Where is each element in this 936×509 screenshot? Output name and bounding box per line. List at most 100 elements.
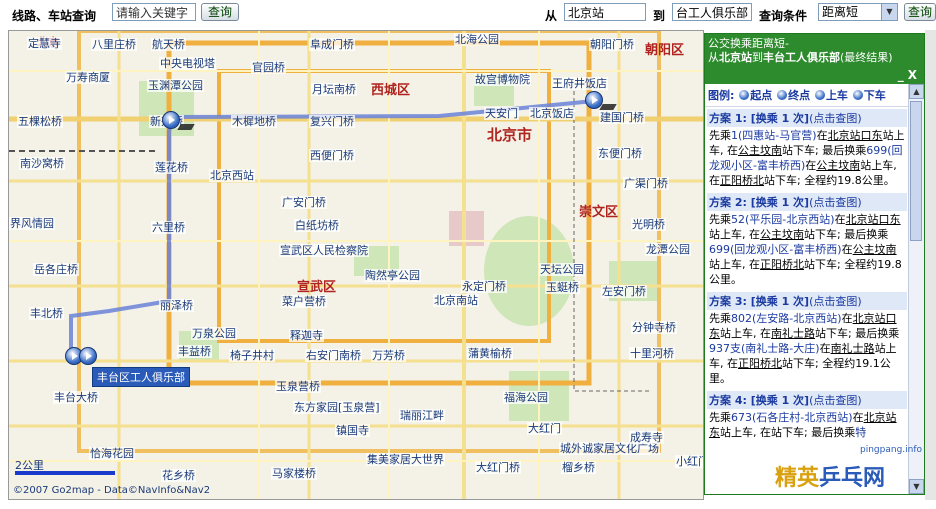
- place-label: 广安门桥: [281, 196, 327, 209]
- place-label: 定慧寺: [27, 37, 62, 50]
- district-label: 西城区: [371, 83, 411, 98]
- chevron-down-icon: ▼: [881, 4, 897, 20]
- stop-link[interactable]: 北京站口东: [846, 213, 901, 226]
- bus-line-link[interactable]: 699(回龙观小区-富丰桥西): [709, 243, 842, 256]
- panel-scrollbar[interactable]: ▲ ▼: [908, 84, 924, 494]
- watermark-site: pingpang.info: [860, 445, 923, 455]
- place-label: 右安门南桥: [305, 349, 362, 362]
- to-input[interactable]: 台工人俱乐部: [672, 3, 752, 21]
- scheme-item: 方案 1: [换乘 1 次](点击查图) 先乘1(四惠站-马官营)在北京站口东站…: [707, 109, 907, 189]
- watermark-logo: 精英乒乓网: [775, 460, 885, 492]
- stop-link[interactable]: 南礼士路: [831, 342, 875, 355]
- place-label: 万泉公园: [191, 327, 237, 340]
- place-label: 左安门桥: [601, 285, 647, 298]
- close-button[interactable]: X: [908, 68, 921, 82]
- stop-link[interactable]: 公主坟南: [816, 159, 860, 172]
- end-marker-icon[interactable]: [79, 347, 97, 365]
- map-canvas[interactable]: 西城区 朝阳区 崇文区 宣武区 北京市 北京 定慧寺 八里庄桥 航天桥 阜成门桥…: [8, 30, 704, 500]
- transfer-marker-icon[interactable]: [162, 111, 180, 129]
- stop-link[interactable]: 北京站口东: [828, 129, 883, 142]
- route-station-label: 线路、车站查询: [12, 9, 97, 23]
- stop-link[interactable]: 南礼士路: [771, 327, 815, 340]
- scheme-list: 方案 1: [换乘 1 次](点击查图) 先乘1(四惠站-马官营)在北京站口东站…: [705, 109, 909, 441]
- place-label: 北京西站: [209, 169, 255, 182]
- bus-line-link[interactable]: 1(四惠站-马官营): [731, 129, 817, 142]
- scheme-title: 方案 3: [换乘 1 次]: [709, 295, 810, 308]
- scroll-down-icon[interactable]: ▼: [909, 479, 924, 494]
- place-label: 分钟寺桥: [631, 321, 677, 334]
- scheme-text: 在: [805, 159, 817, 172]
- scheme-text: 在: [834, 213, 846, 226]
- scroll-thumb[interactable]: [910, 101, 922, 241]
- place-label: 玉泉营桥: [275, 380, 321, 393]
- panel-suffix: (最终结果): [840, 51, 893, 64]
- watermark-text: 精英: [775, 466, 820, 491]
- legend-alight: 下车: [863, 89, 886, 102]
- place-label: 东便门桥: [597, 147, 643, 160]
- scheme-text: 先乘: [709, 129, 731, 142]
- panel-from-prefix: 从: [708, 51, 719, 64]
- place-label: 瑞丽江畔: [399, 409, 445, 422]
- keyword-input[interactable]: 请输入关键字: [112, 3, 196, 21]
- scheme-text: 在: [816, 129, 828, 142]
- place-label: 玉蜓桥: [545, 281, 580, 294]
- scheme-item: 方案 4: [换乘 1 次](点击查图) 先乘673(石各庄村-北京西站)在北京…: [707, 391, 907, 441]
- bus-line-link[interactable]: 802(左安路-北京西站): [731, 312, 842, 325]
- place-label: 菜户营桥: [281, 295, 327, 308]
- legend: 图例: 起点 终点 上车 下车: [705, 84, 924, 107]
- scheme-text: 先乘: [709, 213, 731, 226]
- view-map-link[interactable]: (点击查图): [809, 394, 862, 407]
- place-label: 恰海花园: [89, 447, 135, 460]
- condition-select-value: 距离短: [822, 5, 859, 19]
- stop-link[interactable]: 正阳桥北: [760, 258, 804, 271]
- place-label: 小红门: [675, 455, 703, 468]
- end-legend-icon: [777, 90, 788, 100]
- scheme-text: 站上车, 在: [720, 426, 771, 439]
- place-label: 丽泽桥: [159, 299, 194, 312]
- route-query-button[interactable]: 查询: [904, 3, 936, 21]
- place-label: 北京饭店: [529, 107, 575, 120]
- place-label: 东方家园[玉泉营]: [293, 401, 381, 414]
- place-label: 集美家居大世界: [366, 453, 445, 466]
- bus-line-link[interactable]: 特: [855, 426, 866, 439]
- place-label: 莲花桥: [154, 161, 189, 174]
- stop-link[interactable]: 公主坟南: [853, 243, 897, 256]
- minimize-button[interactable]: _: [898, 68, 908, 82]
- start-legend-icon: [739, 90, 750, 100]
- panel-title: 公交换乘距离短-: [708, 37, 789, 50]
- view-map-link[interactable]: (点击查图): [809, 112, 862, 125]
- view-map-link[interactable]: (点击查图): [809, 196, 862, 209]
- scroll-up-icon[interactable]: ▲: [909, 84, 924, 99]
- keyword-query-button[interactable]: 查询: [201, 3, 239, 21]
- place-label: 丰北桥: [29, 307, 64, 320]
- end-marker-tooltip: 丰台区工人俱乐部: [92, 367, 190, 387]
- district-label: 朝阳区: [645, 43, 685, 58]
- place-label: 木樨地桥: [231, 115, 277, 128]
- scheme-text: 在: [852, 411, 864, 424]
- view-map-link[interactable]: (点击查图): [809, 295, 862, 308]
- place-label: 界风情园: [9, 217, 55, 230]
- board-legend-icon: [814, 90, 825, 100]
- transit-results-panel: 公交换乘距离短- 从北京站到丰台工人俱乐部(最终结果) _X 图例: 起点 终点…: [704, 33, 925, 495]
- stop-link[interactable]: 正阳桥北: [738, 357, 782, 370]
- place-label: 十里河桥: [629, 347, 675, 360]
- from-input[interactable]: 北京站: [564, 3, 646, 21]
- panel-header: 公交换乘距离短- 从北京站到丰台工人俱乐部(最终结果) _X: [705, 34, 924, 84]
- place-label: 官园桥: [251, 61, 286, 74]
- scheme-title: 方案 2: [换乘 1 次]: [709, 196, 810, 209]
- stop-link[interactable]: 公主坟南: [738, 144, 782, 157]
- condition-select[interactable]: 距离短 ▼: [818, 3, 898, 21]
- place-label: 玉渊潭公园: [147, 79, 204, 92]
- place-label: 大红门: [527, 422, 562, 435]
- bus-line-link[interactable]: 52(平乐园-北京西站): [731, 213, 835, 226]
- legend-label: 图例:: [708, 89, 735, 102]
- place-label: 建国门桥: [599, 111, 645, 124]
- place-label: 椅子井村: [229, 349, 275, 362]
- stop-link[interactable]: 正阳桥北: [720, 174, 764, 187]
- scheme-text: 在: [841, 312, 853, 325]
- bus-line-link[interactable]: 937支(南礼士路-大庄): [709, 342, 820, 355]
- stop-link[interactable]: 公主坟南: [760, 228, 804, 241]
- panel-from: 北京站: [719, 51, 752, 64]
- bus-line-link[interactable]: 673(石各庄村-北京西站): [731, 411, 853, 424]
- place-label: 航天桥: [151, 38, 186, 51]
